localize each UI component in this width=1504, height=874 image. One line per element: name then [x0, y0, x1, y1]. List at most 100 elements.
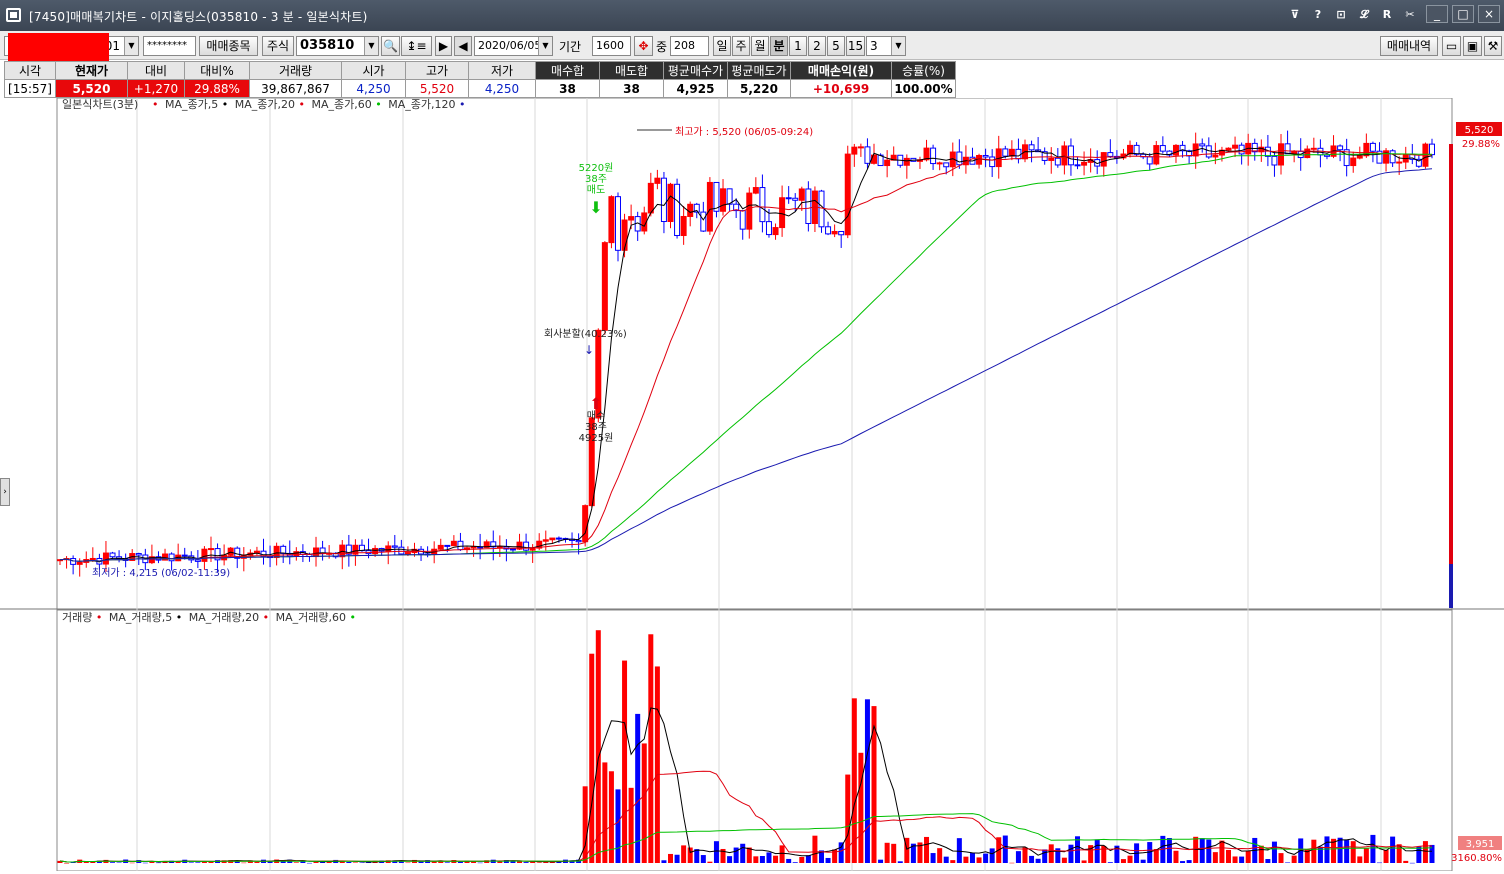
candle-body [838, 230, 845, 236]
candle-body [1153, 145, 1160, 165]
volume-bar [661, 860, 667, 863]
trade-history-button[interactable]: 매매내역 [1380, 36, 1438, 56]
chart-area[interactable]: 일본식차트(3분) • MA_종가,5 • MA_종가,20 • MA_종가,6… [0, 97, 1504, 872]
help-icon[interactable]: ? [1310, 7, 1326, 23]
close-button[interactable]: × [1478, 5, 1500, 23]
high-value: 5,520 [405, 79, 469, 98]
minute-1-button[interactable]: 1 [789, 36, 807, 56]
period-day-button[interactable]: 일 [713, 36, 731, 56]
legend-swatch-icon: • [350, 611, 357, 624]
minute-2-button[interactable]: 2 [808, 36, 826, 56]
candle-body [398, 546, 405, 555]
candle-body [864, 146, 871, 164]
link-icon[interactable]: 𝓛 [1356, 7, 1372, 23]
volume-bar [1048, 844, 1054, 863]
candle-body [1081, 161, 1088, 166]
chevron-down-icon[interactable]: ▼ [364, 37, 378, 55]
volume-bar [1173, 850, 1179, 863]
chevron-down-icon[interactable]: ▼ [124, 37, 138, 55]
minute-15-button[interactable]: 15 [846, 36, 865, 56]
minute-5-button[interactable]: 5 [827, 36, 845, 56]
buy-marker: ⬆ 매수 38주 4925원 [579, 394, 614, 444]
candle-body [102, 552, 109, 565]
r-icon[interactable]: R [1379, 7, 1395, 23]
volume-bar [1285, 862, 1291, 863]
volume-bar [1081, 860, 1087, 863]
minute-select[interactable]: 3 ▼ [866, 36, 906, 56]
folder-icon[interactable]: ▭ [1442, 36, 1461, 56]
volume-bar [963, 856, 969, 863]
volume-bar [969, 853, 975, 863]
volume-bar [306, 862, 312, 864]
password-field[interactable]: ******** [143, 36, 196, 56]
candle-body [772, 227, 779, 236]
volume-bar [1324, 836, 1330, 863]
toolbar: 01 ▼ ******** 매매종목 주식 035810 ▼ 🔍 ↨≡ ▶ ◀ … [0, 31, 1504, 60]
trade-items-button[interactable]: 매매종목 [199, 36, 258, 56]
volume-bar [1166, 838, 1172, 863]
price-panel-frame [56, 97, 1453, 610]
candle-body [1310, 147, 1317, 150]
crosshair-icon[interactable]: ✥ [634, 36, 653, 56]
volume-bar [924, 836, 930, 863]
current-pct-tag-label: 29.88% [1462, 139, 1500, 150]
header-cell: 현재가 [55, 61, 128, 80]
volume-bar [812, 835, 818, 863]
wrench-icon[interactable]: ⚒ [1484, 36, 1502, 56]
candle-body [313, 547, 320, 558]
expand-panel-button[interactable]: › [0, 478, 10, 506]
volume-bar [1225, 849, 1231, 863]
period-input[interactable]: 1600 [592, 36, 631, 56]
layout-icon[interactable]: ⊡ [1333, 7, 1349, 23]
header-cell: 대비% [184, 61, 250, 80]
candle-body [1264, 146, 1271, 157]
candle-body [575, 539, 582, 543]
volume-bar [838, 842, 844, 863]
candle-body [930, 147, 937, 165]
chevron-down-icon[interactable]: ▼ [538, 37, 552, 55]
summary-value-row: [15:57] 5,520 +1,270 29.88% 39,867,867 4… [4, 79, 956, 98]
prev-arrow-icon[interactable]: ◀ [454, 36, 472, 56]
candle-body [1429, 143, 1435, 156]
maximize-button[interactable]: □ [1452, 5, 1474, 23]
candle-body [614, 196, 621, 251]
volume-bar [713, 841, 719, 863]
minimize-button[interactable]: _ [1426, 5, 1448, 23]
volume-bar [64, 862, 70, 864]
sell-qty-label: 38주 [585, 174, 607, 185]
legend-swatch-icon: • [375, 98, 382, 111]
candle-body [1304, 148, 1311, 159]
volume-bar [1350, 841, 1356, 863]
header-cell: 매매손익(원) [790, 61, 892, 80]
candle-body [1146, 156, 1153, 165]
pin-icon[interactable]: ⊽ [1287, 7, 1303, 23]
sort-icon[interactable]: ↨≡ [401, 36, 432, 56]
next-arrow-icon[interactable]: ▶ [435, 36, 452, 56]
period-month-button[interactable]: 월 [751, 36, 769, 56]
volume-bar [891, 843, 897, 863]
volume-bar [1153, 849, 1159, 863]
tool-icon[interactable]: ✂ [1402, 7, 1418, 23]
save-icon[interactable]: ▣ [1463, 36, 1482, 56]
candle-body [989, 156, 996, 168]
volume-bar [1337, 837, 1343, 863]
ma-line-60 [59, 153, 1432, 562]
date-picker[interactable]: 2020/06/05 ▼ [474, 36, 553, 56]
volume-bar [983, 853, 989, 863]
stock-code-input[interactable]: 035810 ▼ [296, 36, 379, 56]
candle-body [1356, 155, 1363, 159]
period-week-button[interactable]: 주 [732, 36, 750, 56]
count-input[interactable]: 208 [670, 36, 709, 56]
market-type-button[interactable]: 주식 [262, 36, 294, 56]
candle-body [1284, 143, 1291, 155]
volume-bar [1015, 851, 1021, 863]
chart-canvas[interactable]: 일본식차트(3분) • MA_종가,5 • MA_종가,20 • MA_종가,6… [0, 97, 1504, 872]
period-minute-button[interactable]: 분 [770, 36, 788, 56]
high-annotation: 최고가 : 5,520 (06/05-09:24) [675, 126, 813, 138]
candle-body [1133, 144, 1140, 155]
candle-body [746, 192, 753, 230]
volume-bar [1022, 847, 1028, 863]
search-icon[interactable]: 🔍 [381, 36, 400, 56]
chevron-down-icon[interactable]: ▼ [891, 37, 905, 55]
volume-bar [1107, 862, 1113, 863]
